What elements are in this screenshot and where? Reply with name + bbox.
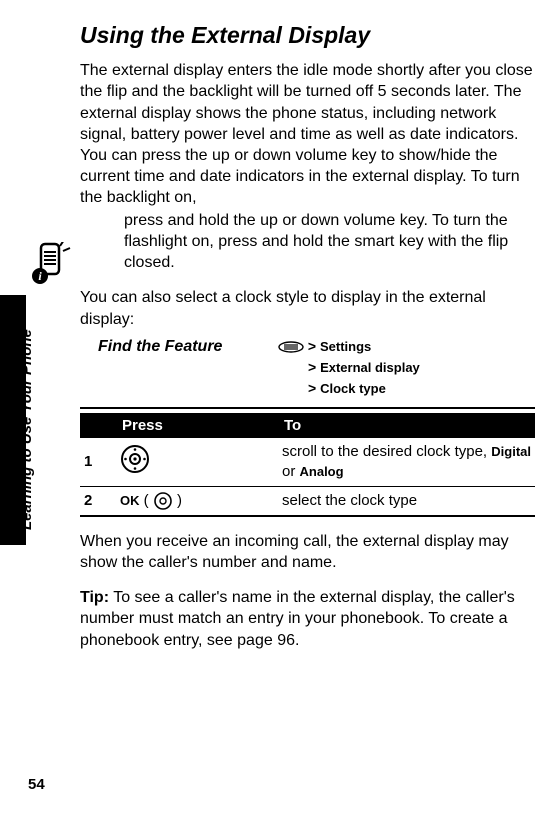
tip-text: To see a caller's name in the external d… bbox=[80, 589, 515, 648]
paragraph-1: The external display enters the idle mod… bbox=[80, 60, 535, 273]
table-row: 2 OK ( ) select the clock type bbox=[80, 487, 535, 516]
phone-info-icon: i bbox=[30, 242, 74, 291]
table-top-rule bbox=[80, 407, 535, 409]
press-cell-2: OK ( ) bbox=[116, 487, 278, 516]
table-header-blank bbox=[80, 413, 116, 439]
gt-3: > bbox=[308, 380, 316, 396]
menu-path-settings: Settings bbox=[320, 339, 371, 354]
paragraph-2: You can also select a clock style to dis… bbox=[80, 287, 535, 329]
paragraph-1a: The external display enters the idle mod… bbox=[80, 62, 533, 206]
table-header-to: To bbox=[278, 413, 535, 439]
menu-path-external-display: External display bbox=[320, 360, 420, 375]
step-number: 2 bbox=[80, 487, 116, 516]
manual-page: Learning to Use Your Phone i Using the E… bbox=[0, 0, 552, 819]
ok-label: OK bbox=[120, 493, 140, 508]
press-cell-1 bbox=[116, 438, 278, 486]
to-cell-2: select the clock type bbox=[278, 487, 535, 516]
paragraph-3: When you receive an incoming call, the e… bbox=[80, 531, 535, 573]
to-bold-digital: Digital bbox=[491, 444, 531, 459]
table-bottom-rule bbox=[80, 515, 535, 517]
paragraph-1b: press and hold the up or down volume key… bbox=[124, 210, 535, 273]
page-number: 54 bbox=[28, 776, 45, 793]
gt-2: > bbox=[308, 359, 316, 375]
menu-path: > Settings > External display > Clock ty… bbox=[278, 336, 420, 399]
to-text-1b: or bbox=[282, 463, 300, 480]
tip-label: Tip: bbox=[80, 589, 109, 606]
softkey-icon bbox=[153, 491, 173, 511]
to-cell-1: scroll to the desired clock type, Digita… bbox=[278, 438, 535, 486]
to-text-2: select the clock type bbox=[282, 492, 417, 509]
menu-path-clock-type: Clock type bbox=[320, 381, 386, 396]
tip-paragraph: Tip: To see a caller's name in the exter… bbox=[80, 587, 535, 650]
table-row: 1 bbox=[80, 438, 535, 486]
menu-key-icon bbox=[278, 338, 308, 354]
table-header-press: Press bbox=[116, 413, 278, 439]
table-header-row: Press To bbox=[80, 413, 535, 439]
instruction-table: Press To 1 bbox=[80, 413, 535, 516]
find-the-feature-label: Find the Feature bbox=[80, 336, 278, 357]
step-number: 1 bbox=[80, 438, 116, 486]
nav-disc-icon bbox=[120, 444, 150, 480]
find-the-feature: Find the Feature > Settings bbox=[80, 336, 535, 399]
gt-1: > bbox=[308, 338, 316, 354]
to-text-1a: scroll to the desired clock type, bbox=[282, 443, 491, 460]
paren-close: ) bbox=[173, 492, 182, 509]
section-spine-label: Learning to Use Your Phone bbox=[18, 329, 35, 530]
to-bold-analog: Analog bbox=[300, 464, 344, 479]
section-title: Using the External Display bbox=[80, 20, 535, 50]
paren-open: ( bbox=[140, 492, 153, 509]
